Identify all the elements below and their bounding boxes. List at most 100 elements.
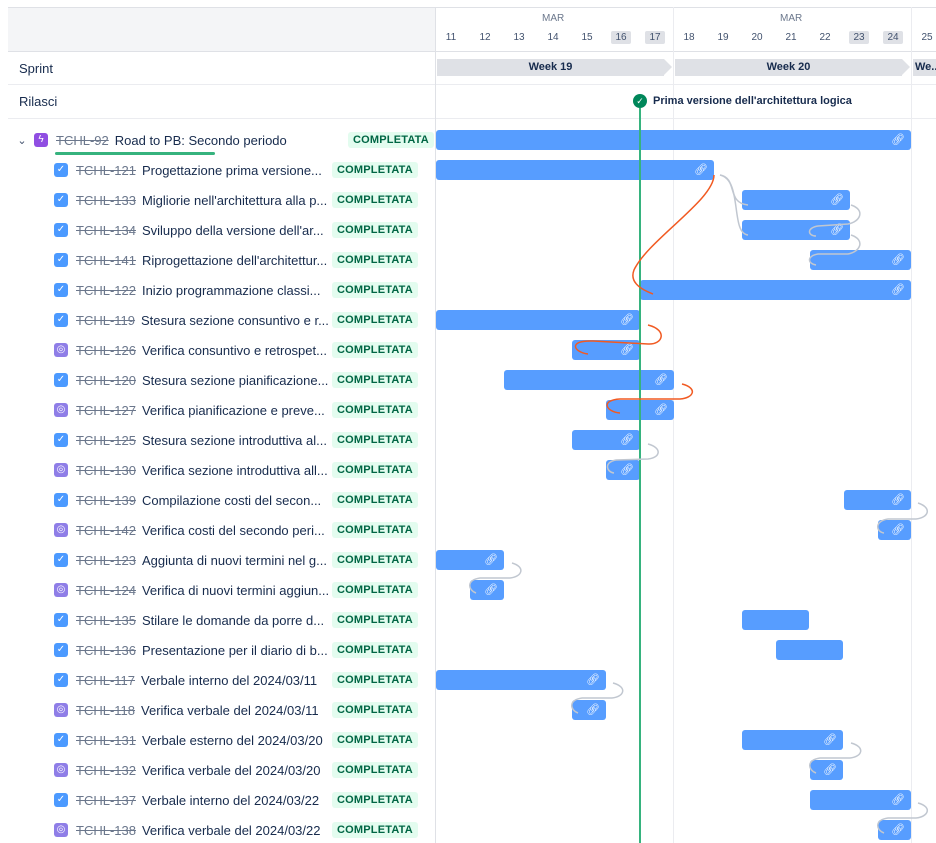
status-badge[interactable]: COMPLETATA	[332, 192, 418, 208]
status-badge[interactable]: COMPLETATA	[332, 342, 418, 358]
link-icon[interactable]: 🔗︎	[484, 583, 498, 597]
link-icon[interactable]: 🔗︎	[654, 403, 668, 417]
issue-key[interactable]: TCHL-131	[76, 733, 136, 748]
link-icon[interactable]: 🔗︎	[620, 433, 634, 447]
issue-row[interactable]: ✓ TCHL-123 Aggiunta di nuovi termini nel g…	[8, 545, 435, 575]
issue-row[interactable]: ✓ TCHL-121 Progettazione prima versione...…	[8, 155, 435, 185]
issue-key[interactable]: TCHL-121	[76, 163, 136, 178]
status-badge[interactable]: COMPLETATA	[332, 822, 418, 838]
issue-summary[interactable]: Verifica sezione introduttiva all...	[142, 463, 328, 478]
issue-key[interactable]: TCHL-118	[76, 703, 135, 718]
issue-summary[interactable]: Verbale esterno del 2024/03/20	[142, 733, 323, 748]
issue-bar[interactable]: 🔗︎	[572, 340, 640, 360]
issue-bar[interactable]: 🔗︎	[436, 160, 714, 180]
issue-summary[interactable]: Inizio programmazione classi...	[142, 283, 320, 298]
issue-row[interactable]: ✓ TCHL-133 Migliorie nell'architettura all…	[8, 185, 435, 215]
issue-row[interactable]: ✓ TCHL-122 Inizio programmazione classi...…	[8, 275, 435, 305]
status-badge[interactable]: COMPLETATA	[332, 612, 418, 628]
issue-key[interactable]: TCHL-130	[76, 463, 136, 478]
link-icon[interactable]: 🔗︎	[891, 283, 905, 297]
link-icon[interactable]: 🔗︎	[891, 253, 905, 267]
issue-key[interactable]: TCHL-125	[76, 433, 136, 448]
issue-bar[interactable]: 🔗︎	[878, 520, 911, 540]
issue-summary[interactable]: Verbale interno del 2024/03/22	[142, 793, 319, 808]
link-icon[interactable]: 🔗︎	[694, 163, 708, 177]
link-icon[interactable]: 🔗︎	[830, 193, 844, 207]
status-badge[interactable]: COMPLETATA	[332, 672, 418, 688]
issue-row[interactable]: ✓ TCHL-137 Verbale interno del 2024/03/22 C…	[8, 785, 435, 815]
link-icon[interactable]: 🔗︎	[823, 763, 837, 777]
epic-row[interactable]: ⌄ ϟ TCHL-92 Road to PB: Secondo periodo …	[8, 125, 435, 155]
epic-key[interactable]: TCHL-92	[56, 133, 109, 148]
issue-row[interactable]: ◎ TCHL-127 Verifica pianificazione e preve…	[8, 395, 435, 425]
issue-row[interactable]: ◎ TCHL-118 Verifica verbale del 2024/03/11…	[8, 695, 435, 725]
issue-row[interactable]: ◎ TCHL-126 Verifica consuntivo e retrospet…	[8, 335, 435, 365]
issue-key[interactable]: TCHL-134	[76, 223, 136, 238]
issue-summary[interactable]: Verifica verbale del 2024/03/20	[142, 763, 321, 778]
issue-key[interactable]: TCHL-117	[76, 673, 135, 688]
issue-key[interactable]: TCHL-126	[76, 343, 136, 358]
sprint-week-20[interactable]: Week 20	[675, 59, 910, 76]
issue-summary[interactable]: Compilazione costi del secon...	[142, 493, 321, 508]
issue-row[interactable]: ✓ TCHL-120 Stesura sezione pianificazione.…	[8, 365, 435, 395]
issue-bar[interactable]: 🔗︎	[878, 820, 911, 840]
issue-bar[interactable]: 🔗︎	[810, 790, 911, 810]
issue-key[interactable]: TCHL-133	[76, 193, 136, 208]
issue-key[interactable]: TCHL-120	[76, 373, 136, 388]
issue-summary[interactable]: Verifica consuntivo e retrospet...	[142, 343, 327, 358]
epic-bar[interactable]: 🔗︎	[436, 130, 911, 150]
issue-bar[interactable]: 🔗︎	[572, 430, 640, 450]
chevron-down-icon[interactable]: ⌄	[14, 134, 30, 147]
link-icon[interactable]: 🔗︎	[484, 553, 498, 567]
issue-summary[interactable]: Presentazione per il diario di b...	[142, 643, 328, 658]
issue-key[interactable]: TCHL-141	[76, 253, 136, 268]
issue-row[interactable]: ✓ TCHL-125 Stesura sezione introduttiva al…	[8, 425, 435, 455]
issue-summary[interactable]: Aggiunta di nuovi termini nel g...	[142, 553, 327, 568]
issue-key[interactable]: TCHL-132	[76, 763, 136, 778]
issue-bar[interactable]: 🔗︎	[572, 700, 606, 720]
status-badge[interactable]: COMPLETATA	[332, 762, 418, 778]
issue-key[interactable]: TCHL-122	[76, 283, 136, 298]
epic-summary[interactable]: Road to PB: Secondo periodo	[115, 133, 287, 148]
issue-row[interactable]: ◎ TCHL-138 Verifica verbale del 2024/03/22…	[8, 815, 435, 843]
issue-summary[interactable]: Verifica costi del secondo peri...	[142, 523, 325, 538]
release-check-icon[interactable]: ✓	[633, 94, 647, 108]
issue-bar[interactable]	[776, 640, 843, 660]
link-icon[interactable]: 🔗︎	[891, 493, 905, 507]
status-badge[interactable]: COMPLETATA	[332, 522, 418, 538]
link-icon[interactable]: 🔗︎	[891, 793, 905, 807]
issue-summary[interactable]: Progettazione prima versione...	[142, 163, 322, 178]
issue-key[interactable]: TCHL-127	[76, 403, 136, 418]
status-badge[interactable]: COMPLETATA	[332, 582, 418, 598]
status-badge[interactable]: COMPLETATA	[332, 222, 418, 238]
issue-key[interactable]: TCHL-139	[76, 493, 136, 508]
link-icon[interactable]: 🔗︎	[891, 823, 905, 837]
issue-row[interactable]: ◎ TCHL-142 Verifica costi del secondo peri…	[8, 515, 435, 545]
status-badge[interactable]: COMPLETATA	[332, 432, 418, 448]
status-badge[interactable]: COMPLETATA	[332, 252, 418, 268]
issue-bar[interactable]: 🔗︎	[504, 370, 674, 390]
issue-row[interactable]: ◎ TCHL-130 Verifica sezione introduttiva a…	[8, 455, 435, 485]
issue-row[interactable]: ✓ TCHL-141 Riprogettazione dell'architettu…	[8, 245, 435, 275]
sprint-week-19[interactable]: Week 19	[437, 59, 672, 76]
issue-summary[interactable]: Riprogettazione dell'architettur...	[142, 253, 327, 268]
issue-bar[interactable]: 🔗︎	[844, 490, 911, 510]
issue-summary[interactable]: Verifica verbale del 2024/03/11	[141, 703, 319, 718]
status-badge[interactable]: COMPLETATA	[332, 402, 418, 418]
link-icon[interactable]: 🔗︎	[620, 313, 634, 327]
link-icon[interactable]: 🔗︎	[620, 463, 634, 477]
sprint-week-21[interactable]: We...	[913, 59, 936, 76]
link-icon[interactable]: 🔗︎	[823, 733, 837, 747]
link-icon[interactable]: 🔗︎	[586, 703, 600, 717]
issue-summary[interactable]: Stilare le domande da porre d...	[142, 613, 324, 628]
link-icon[interactable]: 🔗︎	[586, 673, 600, 687]
issue-summary[interactable]: Verbale interno del 2024/03/11	[141, 673, 317, 688]
issue-bar[interactable]: 🔗︎	[606, 460, 640, 480]
link-icon[interactable]: 🔗︎	[891, 133, 905, 147]
link-icon[interactable]: 🔗︎	[620, 343, 634, 357]
issue-bar[interactable]	[742, 610, 809, 630]
link-icon[interactable]: 🔗︎	[891, 523, 905, 537]
status-badge[interactable]: COMPLETATA	[332, 642, 418, 658]
issue-bar[interactable]: 🔗︎	[470, 580, 504, 600]
issue-key[interactable]: TCHL-135	[76, 613, 136, 628]
